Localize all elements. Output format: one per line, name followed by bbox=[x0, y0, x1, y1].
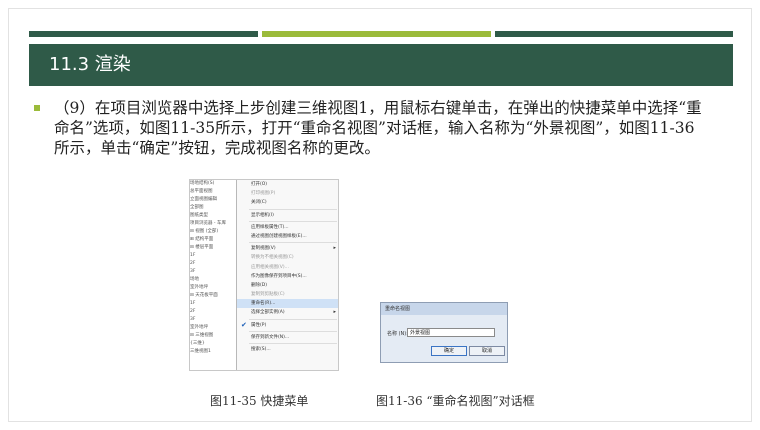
menu-item[interactable]: ✔ 属性(P) bbox=[237, 320, 338, 330]
menu-item-label: 应用相关视图(V)... bbox=[251, 264, 289, 270]
menu-item[interactable]: 通过视图创建视图样板(E)... bbox=[237, 232, 338, 241]
rename-dialog-screenshot: 重命名视图 名称 (N): 外景视图 确定 取消 bbox=[380, 302, 508, 363]
menu-item[interactable]: 作为图像保存到项目中(S)... bbox=[237, 272, 338, 281]
bar-dark-right bbox=[495, 31, 733, 37]
tree-item[interactable]: 2F bbox=[190, 260, 236, 268]
menu-item[interactable]: 关闭(C) bbox=[237, 198, 338, 207]
menu-item[interactable]: 显示相机(I) bbox=[237, 211, 338, 220]
name-label: 名称 (N): bbox=[387, 331, 408, 337]
tree-item[interactable]: 3F bbox=[190, 268, 236, 276]
decorative-bars bbox=[29, 31, 733, 37]
menu-item-label: 应用样板属性(T)... bbox=[251, 224, 289, 230]
menu-item[interactable]: 打开(O) bbox=[237, 180, 338, 189]
menu-separator bbox=[249, 330, 337, 332]
menu-separator bbox=[249, 242, 337, 244]
menu-item[interactable]: 重命名(R)... bbox=[237, 299, 338, 309]
menu-item-label: 复制视图(V) bbox=[251, 246, 276, 252]
menu-item[interactable]: 复制到剪贴板(C) bbox=[237, 290, 338, 299]
menu-item-label: 作为图像保存到项目中(S)... bbox=[251, 273, 307, 279]
tree-item[interactable]: 室外地坪 bbox=[190, 284, 236, 292]
menu-item[interactable]: 删除(D) bbox=[237, 281, 338, 290]
tree-item[interactable]: 立面视图编辑 bbox=[190, 196, 236, 204]
menu-item-label: 选择全部实例(A) bbox=[251, 310, 285, 316]
submenu-arrow-icon: ▸ bbox=[333, 309, 336, 316]
tree-item[interactable]: {三维} bbox=[190, 340, 236, 348]
tree-item[interactable]: ⊟ 天花板平面 bbox=[190, 292, 236, 300]
tree-item[interactable]: ⊟ 三维视图 bbox=[190, 332, 236, 340]
menu-item-label: 搜索(S)... bbox=[251, 347, 271, 352]
tree-item[interactable]: 图纸类型 bbox=[190, 212, 236, 220]
menu-item-label: 转换为不相关视图(C) bbox=[251, 255, 294, 261]
tree-item[interactable]: 1F bbox=[190, 252, 236, 260]
menu-item[interactable]: 复制视图(V) ▸ bbox=[237, 244, 338, 253]
menu-item[interactable]: 打印视图(P) bbox=[237, 189, 338, 198]
menu-item-label: 删除(D) bbox=[251, 282, 267, 288]
tree-item[interactable]: 项目浏览器 - 车库 bbox=[190, 220, 236, 228]
menu-item-label: 打印视图(P) bbox=[251, 191, 276, 197]
tree-item[interactable]: 场地 bbox=[190, 276, 236, 284]
slide: 11.3 渲染 （9）在项目浏览器中选择上步创建三维视图1，用鼠标右键单击，在弹… bbox=[8, 8, 752, 422]
menu-item-label: 显示相机(I) bbox=[251, 212, 274, 218]
menu-separator bbox=[249, 318, 337, 320]
menu-separator bbox=[249, 208, 337, 210]
tree-item[interactable]: 室外地坪 bbox=[190, 324, 236, 332]
menu-item-label: 打开(O) bbox=[251, 182, 268, 187]
menu-item[interactable]: 应用样板属性(T)... bbox=[237, 223, 338, 232]
tree-item[interactable]: ⊟ 视图 (全部) bbox=[190, 228, 236, 236]
ok-button[interactable]: 确定 bbox=[431, 346, 467, 356]
context-menu-screenshot: 场地结构(S) 总平面视图 立面视图编辑 全部图 图纸类型 项目浏览器 - 车库 ⊟ 视图 … bbox=[189, 179, 339, 371]
menu-item-label: 关闭(C) bbox=[251, 200, 267, 206]
tree-item[interactable]: 场地结构(S) bbox=[190, 180, 236, 188]
name-input[interactable]: 外景视图 bbox=[407, 328, 495, 337]
menu-item[interactable]: 转换为不相关视图(C) bbox=[237, 253, 338, 262]
figure-caption-11-35: 图11-35 快捷菜单 bbox=[210, 394, 309, 408]
tree-item[interactable]: ⊞ 结构平面 bbox=[190, 236, 236, 244]
bullet-square-icon bbox=[34, 105, 40, 111]
menu-item-label: 保存到新文件(N)... bbox=[251, 334, 290, 340]
menu-item-label: 复制到剪贴板(C) bbox=[251, 292, 285, 298]
tree-item[interactable]: 三维视图1 bbox=[190, 348, 236, 356]
slide-title: 11.3 渲染 bbox=[49, 54, 131, 75]
bar-green bbox=[262, 31, 491, 37]
project-browser-tree: 场地结构(S) 总平面视图 立面视图编辑 全部图 图纸类型 项目浏览器 - 车库 ⊟ 视图 … bbox=[190, 180, 236, 370]
menu-separator bbox=[249, 343, 337, 344]
menu-item-label: 属性(P) bbox=[251, 322, 267, 328]
menu-separator bbox=[249, 220, 337, 222]
tree-item[interactable]: 3F bbox=[190, 316, 236, 324]
dialog-title: 重命名视图 bbox=[381, 303, 507, 315]
menu-item[interactable]: 保存到新文件(N)... bbox=[237, 333, 338, 342]
menu-item-label: 通过视图创建视图样板(E)... bbox=[251, 233, 307, 239]
menu-item[interactable]: 搜索(S)... bbox=[237, 345, 338, 354]
body-paragraph: （9）在项目浏览器中选择上步创建三维视图1，用鼠标右键单击，在弹出的快捷菜单中选… bbox=[54, 99, 702, 157]
menu-item[interactable]: 选择全部实例(A) ▸ bbox=[237, 308, 338, 317]
tree-item[interactable]: ⊟ 楼层平面 bbox=[190, 244, 236, 252]
checkmark-icon: ✔ bbox=[241, 320, 247, 329]
title-bar: 11.3 渲染 bbox=[29, 44, 733, 86]
menu-item-label: 重命名(R)... bbox=[251, 301, 276, 307]
figure-caption-11-36: 图11-36 “重命名视图”对话框 bbox=[376, 394, 535, 408]
bar-dark-left bbox=[29, 31, 258, 37]
submenu-arrow-icon: ▸ bbox=[333, 245, 336, 252]
tree-item[interactable]: 2F bbox=[190, 308, 236, 316]
context-menu: 打开(O) 打印视图(P) 关闭(C) 显示相机(I) 应用样板属性(T)... 通过视图… bbox=[236, 180, 338, 370]
cancel-button[interactable]: 取消 bbox=[469, 346, 505, 356]
tree-item[interactable]: 全部图 bbox=[190, 204, 236, 212]
tree-item[interactable]: 1F bbox=[190, 300, 236, 308]
tree-item[interactable]: 总平面视图 bbox=[190, 188, 236, 196]
menu-item[interactable]: 应用相关视图(V)... bbox=[237, 263, 338, 272]
